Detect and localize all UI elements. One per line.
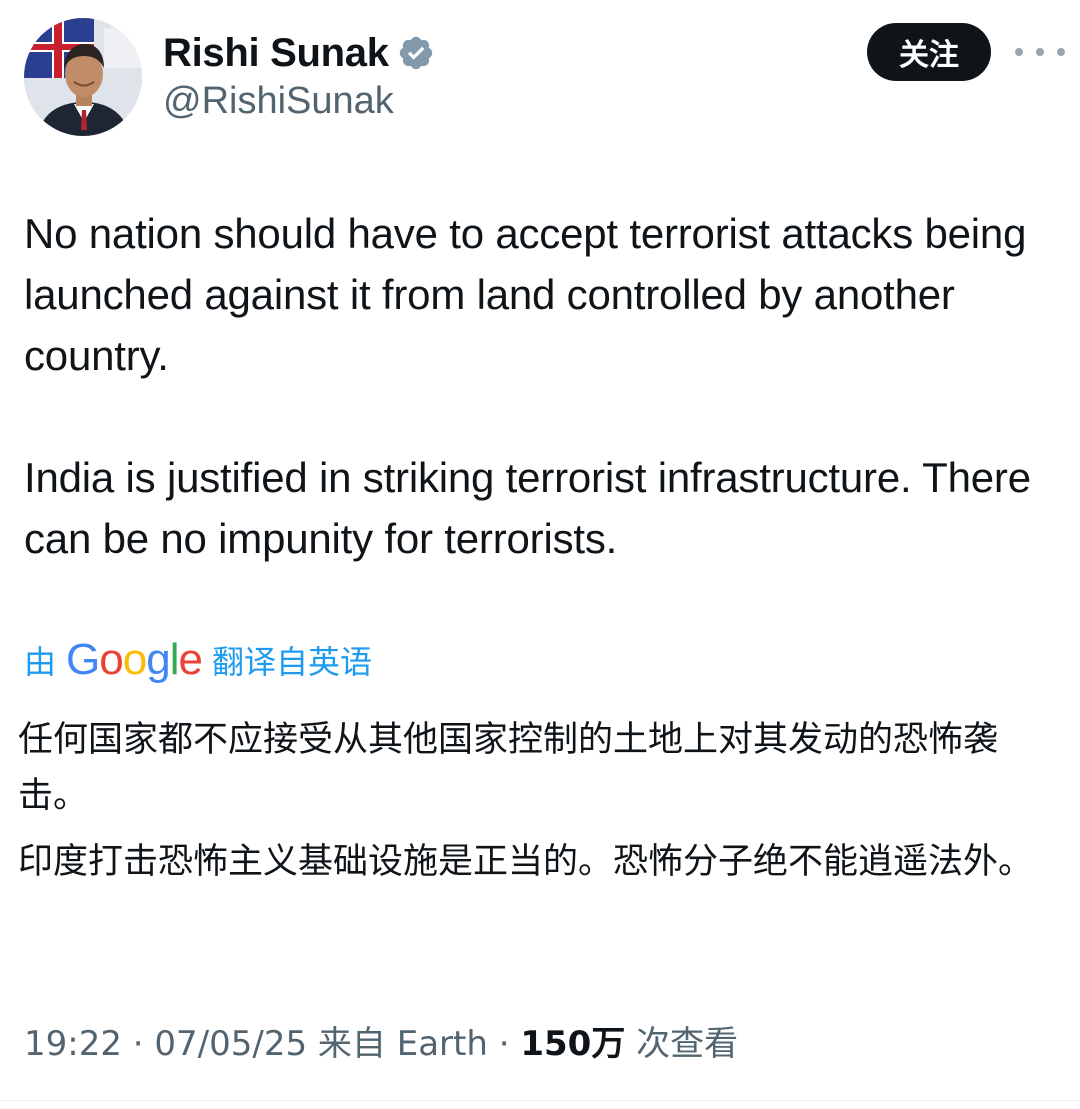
author-handle[interactable]: @RishiSunak	[163, 80, 394, 123]
divider	[0, 1100, 1080, 1101]
more-options-icon[interactable]	[1015, 40, 1065, 64]
translated-paragraph: 任何国家都不应接受从其他国家控制的土地上对其发动的恐怖袭击。	[18, 720, 999, 816]
tweet-text: No nation should have to accept terroris…	[24, 203, 1064, 569]
dot	[1015, 48, 1023, 56]
follow-button[interactable]: 关注	[867, 23, 991, 81]
translated-paragraph: 印度打击恐怖主义基础设施是正当的。恐怖分子绝不能逍遥法外。	[18, 842, 1034, 882]
translation-suffix: 翻译自英语	[211, 643, 372, 681]
views-count[interactable]: 150万	[520, 1016, 625, 1065]
display-name[interactable]: Rishi Sunak	[163, 31, 389, 76]
separator: ·	[121, 1024, 155, 1064]
avatar-image	[24, 18, 142, 136]
translation-attribution[interactable]: 由 Google 翻译自英语	[24, 632, 372, 688]
translation-prefix: 由	[24, 643, 57, 681]
verified-badge-icon	[397, 34, 435, 72]
tweet-paragraph: No nation should have to accept terroris…	[24, 210, 1027, 379]
tweet-meta: 19:22 · 07/05/25 来自 Earth · 150万 次查看	[24, 1016, 738, 1065]
tweet-card: Rishi Sunak @RishiSunak 关注 No nation sho…	[0, 0, 1080, 1109]
dot	[1036, 48, 1044, 56]
google-logo: Google	[66, 635, 203, 684]
translated-text: 任何国家都不应接受从其他国家控制的土地上对其发动的恐怖袭击。 印度打击恐怖主义基…	[18, 712, 1058, 890]
dot	[1057, 48, 1065, 56]
tweet-time[interactable]: 19:22	[24, 1024, 122, 1064]
separator: ·	[487, 1024, 521, 1064]
avatar[interactable]	[24, 18, 142, 136]
author-name-row: Rishi Sunak	[163, 28, 435, 78]
tweet-paragraph: India is justified in striking terrorist…	[24, 454, 1031, 562]
tweet-date[interactable]: 07/05/25	[154, 1024, 307, 1064]
views-label: 次查看	[625, 1024, 739, 1064]
tweet-source: 来自 Earth	[307, 1024, 488, 1064]
